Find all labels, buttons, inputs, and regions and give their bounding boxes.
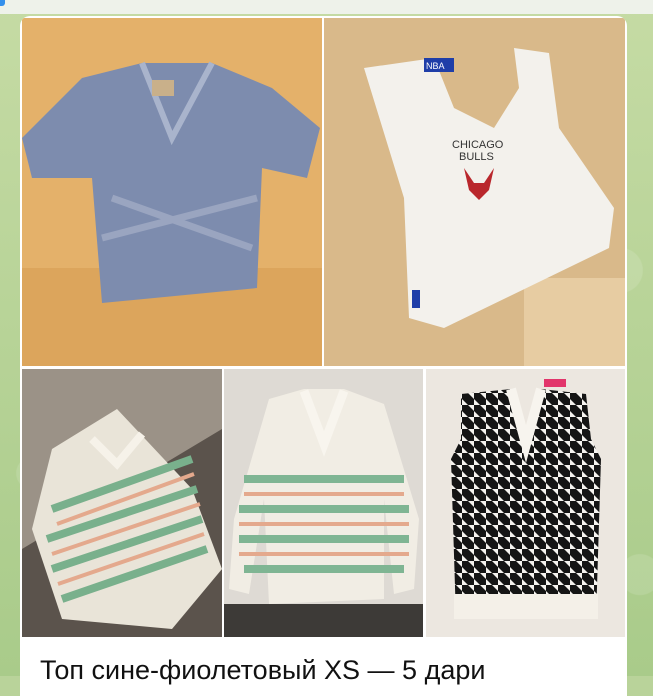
- photo-bulls-tank-top[interactable]: NBA CHICAGO BULLS: [324, 18, 625, 366]
- svg-text:BULLS: BULLS: [459, 151, 494, 163]
- sweater-floor-image: [22, 369, 222, 637]
- photo-blue-crop-top[interactable]: [22, 18, 322, 366]
- accent-marker: [0, 0, 5, 6]
- blue-crop-top-image: [22, 18, 322, 366]
- sweater-bed-image: [224, 369, 423, 637]
- bulls-tank-top-image: NBA CHICAGO BULLS: [324, 18, 625, 366]
- photo-sweater-floor[interactable]: [22, 369, 222, 637]
- message-bubble: NBA CHICAGO BULLS Топ сине-фиолетовый XS…: [20, 16, 627, 696]
- top-bar: [0, 0, 653, 14]
- photo-houndstooth-vest[interactable]: [426, 369, 625, 637]
- houndstooth-vest-image: [426, 369, 625, 637]
- photo-sweater-bed[interactable]: [224, 369, 423, 637]
- svg-text:NBA: NBA: [426, 61, 445, 71]
- svg-text:CHICAGO: CHICAGO: [452, 139, 504, 151]
- message-caption: Топ сине-фиолетовый XS — 5 дари: [40, 655, 486, 685]
